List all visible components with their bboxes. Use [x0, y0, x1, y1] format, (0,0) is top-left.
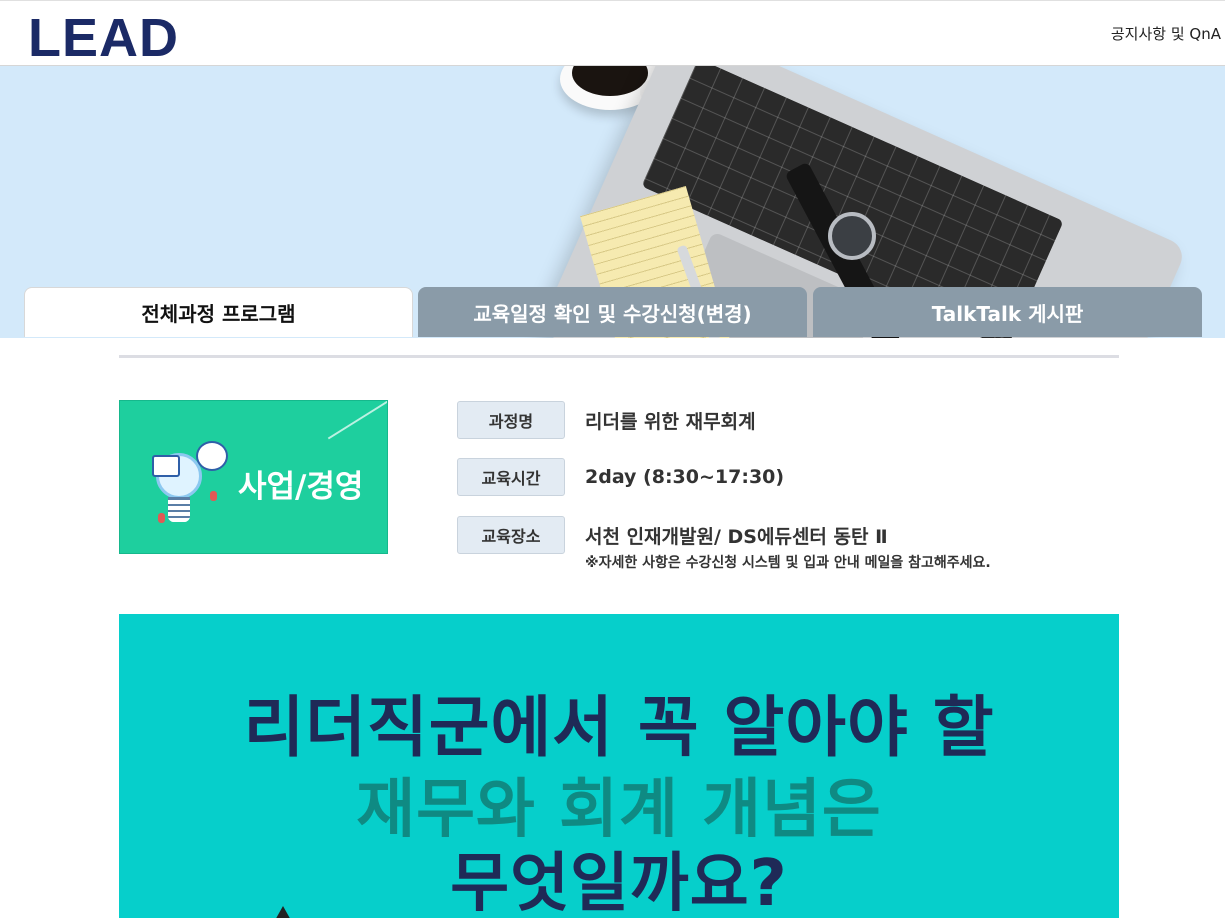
course-location-row: 교육장소 서천 인재개발원/ DS에듀센터 동탄 Ⅱ: [457, 516, 888, 554]
cursor-icon: [274, 906, 292, 918]
section-divider: [119, 355, 1119, 358]
course-location-value: 서천 인재개발원/ DS에듀센터 동탄 Ⅱ: [585, 525, 888, 548]
watch-face-image: [828, 212, 876, 260]
tab-all-programs[interactable]: 전체과정 프로그램: [24, 287, 413, 337]
course-time-key: 교육시간: [457, 458, 565, 496]
course-info-note: ※자세한 사항은 수강신청 시스템 및 입과 안내 메일을 참고해주세요.: [585, 555, 991, 571]
course-location-key: 교육장소: [457, 516, 565, 554]
notice-qna-link[interactable]: 공지사항 및 QnA: [1111, 23, 1221, 44]
red-dot-icon: [158, 513, 165, 523]
chat-bubble-icon: [152, 455, 180, 477]
course-name-row: 과정명 리더를 위한 재무회계: [457, 401, 756, 439]
banner-line-3: 무엇일까요?: [450, 847, 788, 918]
red-dot-icon: [210, 491, 217, 501]
card-decoration-line: [327, 401, 387, 440]
banner-line-1: 리더직군에서 꼭 알아야 할: [243, 689, 995, 766]
course-name-value: 리더를 위한 재무회계: [585, 410, 756, 433]
course-name-key: 과정명: [457, 401, 565, 439]
tab-schedule-registration[interactable]: 교육일정 확인 및 수강신청(변경): [418, 287, 807, 337]
chat-bubble-round-icon: [196, 441, 228, 471]
category-label: 사업/경영: [238, 469, 364, 505]
lead-logo[interactable]: LEAD: [28, 9, 179, 67]
lightbulb-base-icon: [168, 497, 190, 522]
course-time-row: 교육시간 2day (8:30~17:30): [457, 458, 784, 496]
course-time-value: 2day (8:30~17:30): [585, 466, 785, 488]
course-banner: 리더직군에서 꼭 알아야 할 재무와 회계 개념은 무엇일까요?: [119, 614, 1119, 918]
category-card: 사업/경영: [119, 400, 388, 554]
tab-talktalk-board[interactable]: TalkTalk 게시판: [813, 287, 1202, 337]
top-header: LEAD 공지사항 및 QnA: [0, 0, 1225, 67]
